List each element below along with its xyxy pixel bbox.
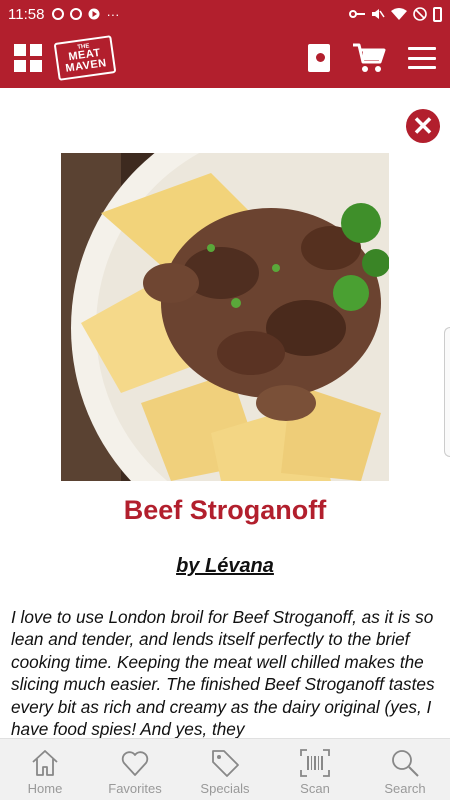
nav-search-label: Search <box>384 781 426 796</box>
app-bar: THE MEAT MAVEN <box>0 28 450 88</box>
nav-scan[interactable]: Scan <box>270 739 360 800</box>
heart-icon <box>121 751 149 776</box>
side-scroll-handle[interactable] <box>444 327 450 457</box>
battery-icon <box>433 6 442 22</box>
dnd-icon <box>413 7 427 21</box>
hamburger-menu-icon[interactable] <box>408 47 436 69</box>
tag-icon <box>212 750 239 777</box>
key-icon <box>349 10 365 18</box>
wifi-icon <box>391 7 407 20</box>
barcode-icon <box>300 749 330 777</box>
system-icons <box>349 6 442 22</box>
nav-specials-label: Specials <box>200 781 250 796</box>
notification-icons: ··· <box>52 7 119 22</box>
settings-icon <box>52 8 65 20</box>
nav-scan-label: Scan <box>300 781 330 796</box>
play-icon <box>88 8 100 20</box>
bottom-navigation: Home Favorites Specials Scan Search <box>0 738 450 800</box>
search-icon <box>392 750 419 777</box>
recipe-author-link[interactable]: by Lévana <box>0 555 450 578</box>
nav-search[interactable]: Search <box>360 739 450 800</box>
app-bar-actions <box>308 42 436 74</box>
brand-logo[interactable]: THE MEAT MAVEN <box>53 35 117 81</box>
close-button[interactable]: ✕ <box>406 109 440 143</box>
nav-home-label: Home <box>27 781 63 796</box>
home-icon <box>32 750 58 776</box>
nav-specials[interactable]: Specials <box>180 739 270 800</box>
mute-icon <box>372 9 385 19</box>
recipe-photo <box>61 153 389 481</box>
nav-favorites-label: Favorites <box>108 781 162 796</box>
recipe-description: I love to use London broil for Beef Stro… <box>11 607 435 740</box>
close-icon: ✕ <box>412 111 434 141</box>
nav-home[interactable]: Home <box>0 739 90 800</box>
nav-favorites[interactable]: Favorites <box>90 739 180 800</box>
categories-grid-icon[interactable] <box>14 44 42 72</box>
status-bar: 11:58 ··· <box>0 0 450 28</box>
beef-stroganoff-image <box>61 153 389 481</box>
cart-icon[interactable] <box>352 42 386 74</box>
pinterest-icon <box>70 8 83 20</box>
more-dots-icon: ··· <box>106 6 120 22</box>
recipe-title: Beef Stroganoff <box>123 495 327 525</box>
status-time: 11:58 <box>8 5 45 23</box>
recipe-book-icon[interactable] <box>308 44 330 72</box>
